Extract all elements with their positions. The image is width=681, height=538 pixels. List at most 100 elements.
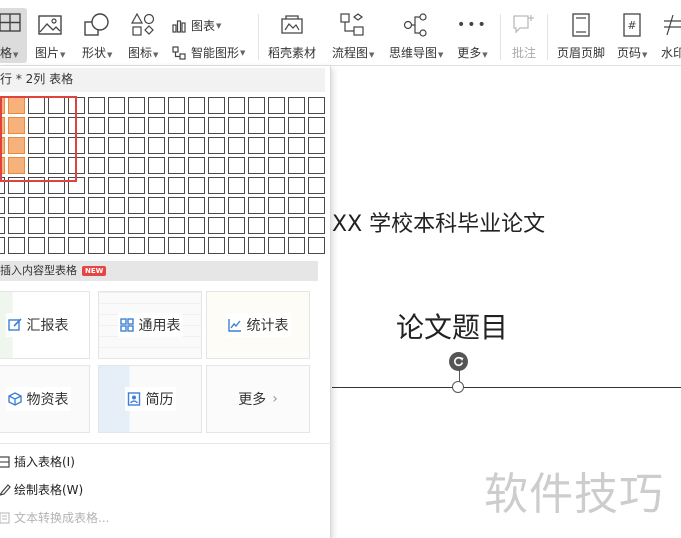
grid-cell[interactable] [108,237,125,254]
template-card-resume[interactable]: 简历 [98,365,202,433]
grid-cell[interactable] [208,117,225,134]
grid-cell[interactable] [188,177,205,194]
selection-handle[interactable] [452,381,464,393]
grid-cell[interactable] [288,237,305,254]
grid-cell[interactable] [88,137,105,154]
grid-cell[interactable] [148,117,165,134]
template-card-general[interactable]: 通用表 [98,291,202,359]
grid-cell[interactable] [228,237,245,254]
grid-cell[interactable] [168,217,185,234]
grid-cell[interactable] [228,137,245,154]
table-button[interactable]: 格▼ [0,8,27,63]
grid-cell[interactable] [208,237,225,254]
draw-table-menu-item[interactable]: 绘制表格(W) [0,481,83,498]
grid-cell[interactable] [128,157,145,174]
grid-cell[interactable] [88,177,105,194]
grid-cell[interactable] [268,237,285,254]
grid-cell[interactable] [228,117,245,134]
grid-cell[interactable] [208,157,225,174]
grid-cell[interactable] [188,197,205,214]
page-number-button[interactable]: # 页码▼ [617,12,647,61]
grid-cell[interactable] [0,197,5,214]
template-card-materials[interactable]: 物资表 [0,365,90,433]
grid-cell[interactable] [88,217,105,234]
grid-cell[interactable] [168,237,185,254]
grid-cell[interactable] [128,217,145,234]
grid-cell[interactable] [248,137,265,154]
grid-cell[interactable] [0,237,5,254]
grid-cell[interactable] [248,237,265,254]
grid-cell[interactable] [188,137,205,154]
grid-cell[interactable] [148,97,165,114]
grid-cell[interactable] [228,217,245,234]
grid-cell[interactable] [268,177,285,194]
grid-cell[interactable] [268,137,285,154]
grid-cell[interactable] [308,177,325,194]
grid-cell[interactable] [148,197,165,214]
grid-cell[interactable] [108,217,125,234]
grid-cell[interactable] [308,157,325,174]
grid-cell[interactable] [288,97,305,114]
grid-cell[interactable] [268,117,285,134]
template-card-statistics[interactable]: 统计表 [206,291,310,359]
grid-cell[interactable] [308,137,325,154]
grid-cell[interactable] [128,177,145,194]
mindmap-button[interactable]: 思维导图▼ [389,12,443,61]
grid-cell[interactable] [48,237,65,254]
grid-cell[interactable] [168,137,185,154]
grid-cell[interactable] [148,157,165,174]
text-to-table-menu-item[interactable]: 文本转换成表格... [0,509,109,526]
grid-cell[interactable] [68,197,85,214]
grid-cell[interactable] [228,177,245,194]
grid-cell[interactable] [88,157,105,174]
grid-cell[interactable] [308,197,325,214]
grid-cell[interactable] [208,97,225,114]
grid-cell[interactable] [188,217,205,234]
template-card-more[interactable]: 更多 › [206,365,310,433]
grid-cell[interactable] [168,117,185,134]
grid-cell[interactable] [168,97,185,114]
stock-material-button[interactable]: 稻壳素材 [268,12,316,61]
grid-cell[interactable] [288,217,305,234]
grid-cell[interactable] [108,137,125,154]
grid-cell[interactable] [308,117,325,134]
chart-button[interactable]: 图表 ▼ [172,17,221,34]
insert-table-menu-item[interactable]: 插入表格(I) [0,453,75,470]
grid-cell[interactable] [168,157,185,174]
grid-cell[interactable] [268,97,285,114]
grid-cell[interactable] [188,237,205,254]
grid-cell[interactable] [88,237,105,254]
grid-cell[interactable] [68,217,85,234]
grid-cell[interactable] [208,217,225,234]
grid-cell[interactable] [108,157,125,174]
grid-cell[interactable] [148,177,165,194]
rotate-handle-icon[interactable] [449,352,468,371]
grid-cell[interactable] [108,117,125,134]
grid-cell[interactable] [68,237,85,254]
grid-cell[interactable] [88,197,105,214]
grid-cell[interactable] [28,237,45,254]
grid-cell[interactable] [48,197,65,214]
grid-cell[interactable] [248,197,265,214]
header-footer-button[interactable]: 页眉页脚 [557,12,605,61]
grid-cell[interactable] [168,197,185,214]
grid-cell[interactable] [288,117,305,134]
grid-cell[interactable] [308,97,325,114]
grid-cell[interactable] [208,197,225,214]
grid-cell[interactable] [128,237,145,254]
grid-cell[interactable] [228,157,245,174]
watermark-button[interactable]: 水印 [661,12,681,61]
grid-cell[interactable] [268,217,285,234]
grid-cell[interactable] [288,157,305,174]
grid-cell[interactable] [188,157,205,174]
grid-cell[interactable] [8,217,25,234]
grid-cell[interactable] [128,117,145,134]
grid-cell[interactable] [268,157,285,174]
grid-cell[interactable] [248,97,265,114]
comment-button[interactable]: 批注 [512,12,536,61]
grid-cell[interactable] [228,97,245,114]
grid-cell[interactable] [288,137,305,154]
grid-cell[interactable] [248,117,265,134]
grid-cell[interactable] [308,237,325,254]
grid-cell[interactable] [128,97,145,114]
